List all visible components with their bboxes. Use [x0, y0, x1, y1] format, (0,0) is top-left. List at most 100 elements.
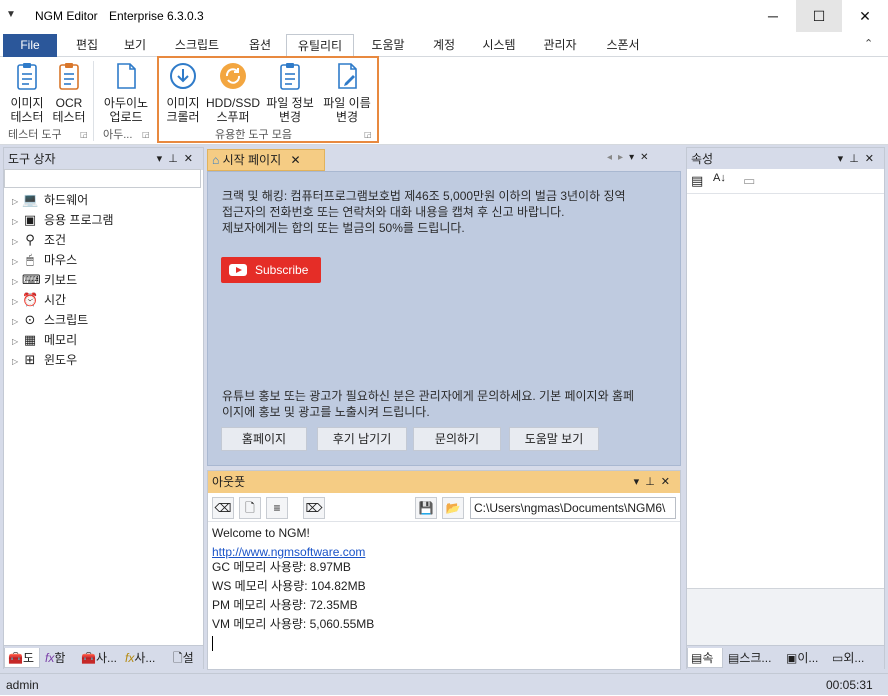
dropdown-icon[interactable]: ▾	[838, 153, 850, 165]
expand-arrow-icon[interactable]: ▷	[12, 212, 22, 232]
panel-controls: ▾⊥✕	[157, 148, 199, 170]
toolbox-title: 도구 상자	[8, 152, 56, 166]
minimize-button[interactable]: ─	[750, 0, 796, 32]
tree-item-time[interactable]: ▷ ⏰ 시간	[12, 290, 66, 310]
tab-external[interactable]: ▭외...	[829, 648, 884, 668]
tree-item-hardware[interactable]: ▷ 💻 하드웨어	[12, 190, 88, 210]
expand-arrow-icon[interactable]: ▷	[12, 312, 22, 332]
tab-images[interactable]: ▣이...	[783, 648, 827, 668]
output-title-bar: 아웃풋 ▾⊥✕	[208, 471, 680, 493]
eraser-icon: ⌦	[305, 501, 323, 515]
homepage-button[interactable]: 홈페이지	[221, 427, 307, 451]
scroll-right-icon[interactable]: ▸	[618, 152, 629, 163]
clipboard-list-icon	[17, 63, 37, 90]
tab-utility[interactable]: 유틸리티	[286, 34, 354, 58]
tree-item-window[interactable]: ▷ ⊞ 윈도우	[12, 350, 77, 370]
expand-arrow-icon[interactable]: ▷	[12, 332, 22, 352]
tab-edit[interactable]: 편집	[64, 34, 110, 57]
tab-functions[interactable]: fx함	[42, 648, 76, 668]
dropdown-icon[interactable]: ▾	[629, 152, 640, 163]
tab-help[interactable]: 도움말	[362, 34, 414, 57]
ocr-tester-button[interactable]: OCR 테스터	[50, 61, 88, 124]
tab-user[interactable]: 🧰사...	[78, 648, 122, 668]
arduino-upload-button[interactable]: 아두이노 업로드	[99, 61, 153, 124]
close-button[interactable]: ✕	[842, 0, 888, 32]
erase-button[interactable]: ⌦	[303, 497, 325, 519]
tab-script-list[interactable]: ▤스크...	[725, 648, 781, 668]
ribbon: 이미지 테스터 OCR 테스터 테스터 도구 ◲ 아두이노 업로드 아두... …	[0, 57, 888, 145]
open-folder-button[interactable]: 📂	[442, 497, 464, 519]
properties-title-bar: 속성 ▾⊥✕	[687, 148, 884, 170]
tab-file[interactable]: File	[3, 34, 57, 57]
tab-user-functions[interactable]: fx사...	[122, 648, 168, 668]
word-wrap-button[interactable]: ≡	[266, 497, 288, 519]
subscribe-button[interactable]: Subscribe	[221, 257, 321, 283]
close-icon[interactable]: ✕	[290, 153, 300, 167]
properties-bottom-tabs: ▤속 ▤스크... ▣이... ▭외...	[687, 645, 884, 669]
expand-arrow-icon[interactable]: ▷	[12, 232, 22, 252]
tree-item-keyboard[interactable]: ▷ ⌨ 키보드	[12, 270, 77, 290]
property-pages-icon[interactable]: ▭	[743, 173, 755, 189]
expand-arrow-icon[interactable]: ▷	[12, 292, 22, 312]
dialog-launcher-icon[interactable]: ◲	[142, 130, 150, 139]
leave-review-button[interactable]: 후기 남기기	[317, 427, 407, 451]
app-title: NGM Editor	[35, 9, 98, 23]
pin-icon[interactable]: ⊥	[849, 153, 865, 165]
tab-view[interactable]: 보기	[112, 34, 158, 57]
title-bar: ▼ NGM Editor Enterprise 6.3.0.3 ─ ☐ ✕	[0, 0, 888, 32]
dropdown-icon[interactable]: ▾	[157, 153, 169, 165]
tab-properties[interactable]: ▤속	[687, 648, 723, 668]
dropdown-icon[interactable]: ▾	[634, 476, 646, 488]
close-icon[interactable]: ✕	[661, 476, 676, 488]
tab-start-page[interactable]: ⌂ 시작 페이지 ✕	[207, 149, 325, 171]
scroll-left-icon[interactable]: ◂	[607, 152, 618, 163]
sort-alpha-icon[interactable]: A↓	[713, 172, 726, 184]
tab-label: 외...	[843, 651, 865, 665]
tree-item-condition[interactable]: ▷ ⚲ 조건	[12, 230, 66, 250]
expand-arrow-icon[interactable]: ▷	[12, 272, 22, 292]
tree-item-label: 마우스	[44, 253, 78, 267]
tree-item-memory[interactable]: ▷ ▦ 메모리	[12, 330, 77, 350]
tab-script[interactable]: 스크립트	[160, 34, 234, 57]
output-line: PM 메모리 사용량: 72.35MB	[212, 598, 358, 612]
categorized-icon[interactable]: ▤	[691, 173, 703, 189]
clear-output-button[interactable]: ⌫	[212, 497, 234, 519]
image-tester-button[interactable]: 이미지 테스터	[6, 61, 48, 124]
tree-item-mouse[interactable]: ▷ 🖱 마우스	[12, 250, 77, 270]
close-icon[interactable]: ✕	[184, 153, 199, 165]
close-icon[interactable]: ✕	[640, 152, 654, 163]
tab-settings[interactable]: 🗋설	[170, 648, 203, 668]
collapse-ribbon-icon[interactable]: ⌃	[864, 37, 873, 50]
tab-label: 사...	[95, 651, 117, 665]
tree-item-label: 하드웨어	[44, 193, 89, 207]
document-tab-bar: ⌂ 시작 페이지 ✕ ◂▸▾✕	[207, 147, 681, 171]
tab-admin[interactable]: 관리자	[530, 34, 590, 57]
tree-item-script[interactable]: ▷ ⊙ 스크립트	[12, 310, 88, 330]
properties-description	[687, 588, 884, 646]
ad-notice: 유튜브 홍보 또는 광고가 필요하신 분은 관리자에게 문의하세요. 기본 페이…	[222, 389, 635, 419]
youtube-play-icon	[229, 264, 247, 276]
expand-arrow-icon[interactable]: ▷	[12, 192, 22, 212]
quick-access-menu-icon[interactable]: ▼	[6, 9, 16, 20]
view-help-button[interactable]: 도움말 보기	[509, 427, 599, 451]
pin-icon[interactable]: ⊥	[645, 476, 661, 488]
tree-item-application[interactable]: ▷ ▣ 응용 프로그램	[12, 210, 114, 230]
toolbox-search-input[interactable]	[4, 169, 201, 188]
output-path-field[interactable]: C:\Users\ngmas\Documents\NGM6\	[470, 497, 676, 519]
dialog-launcher-icon[interactable]: ◲	[80, 130, 88, 139]
tab-toolbox[interactable]: 🧰도	[4, 648, 40, 668]
panel-controls: ▾⊥✕	[838, 148, 880, 170]
tab-options[interactable]: 옵션	[238, 34, 282, 57]
maximize-button[interactable]: ☐	[796, 0, 842, 32]
save-button[interactable]: 💾	[415, 497, 437, 519]
expand-arrow-icon[interactable]: ▷	[12, 352, 22, 372]
close-icon[interactable]: ✕	[865, 153, 880, 165]
close-icon: ✕	[859, 7, 871, 24]
tab-sponsor[interactable]: 스폰서	[596, 34, 650, 57]
pin-icon[interactable]: ⊥	[168, 153, 184, 165]
contact-button[interactable]: 문의하기	[413, 427, 501, 451]
tab-system[interactable]: 시스템	[474, 34, 524, 57]
expand-arrow-icon[interactable]: ▷	[12, 252, 22, 272]
tab-account[interactable]: 계정	[420, 34, 468, 57]
new-log-button[interactable]: 🗋	[239, 497, 261, 519]
